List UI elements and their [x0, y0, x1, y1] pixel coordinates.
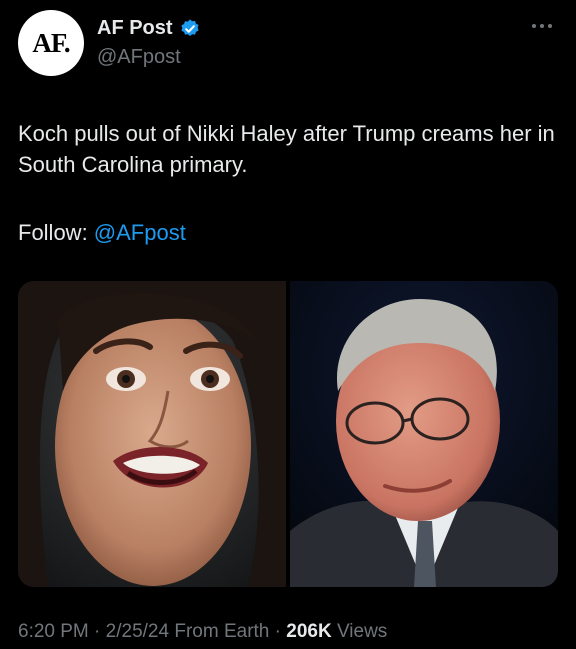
verified-badge-icon[interactable]	[179, 18, 201, 40]
more-options-icon[interactable]	[532, 20, 560, 32]
author-name[interactable]: AF Post	[97, 17, 173, 40]
tweet-text: Koch pulls out of Nikki Haley after Trum…	[18, 121, 555, 177]
author-handle[interactable]: @AFpost	[97, 46, 181, 69]
avatar-logo-text: AF.	[32, 27, 70, 58]
tweet-meta: 6:20 PM · 2/25/24 From Earth · 206K View…	[18, 621, 387, 643]
tweet-time[interactable]: 6:20 PM	[18, 621, 89, 642]
views-label: Views	[336, 621, 388, 642]
views-count: 206K	[286, 621, 332, 642]
media-grid[interactable]	[18, 281, 558, 587]
media-photo-left[interactable]	[18, 281, 286, 587]
meta-separator: ·	[94, 621, 101, 642]
avatar[interactable]: AF.	[18, 10, 84, 76]
media-photo-right[interactable]	[290, 281, 558, 587]
follow-label: Follow:	[18, 220, 94, 245]
follow-line: Follow: @AFpost	[18, 217, 186, 248]
tweet-source: From Earth	[174, 621, 270, 642]
tweet-date[interactable]: 2/25/24	[106, 621, 169, 642]
follow-mention-link[interactable]: @AFpost	[94, 220, 186, 245]
meta-separator: ·	[274, 621, 281, 642]
author-name-row: AF Post	[97, 17, 201, 40]
